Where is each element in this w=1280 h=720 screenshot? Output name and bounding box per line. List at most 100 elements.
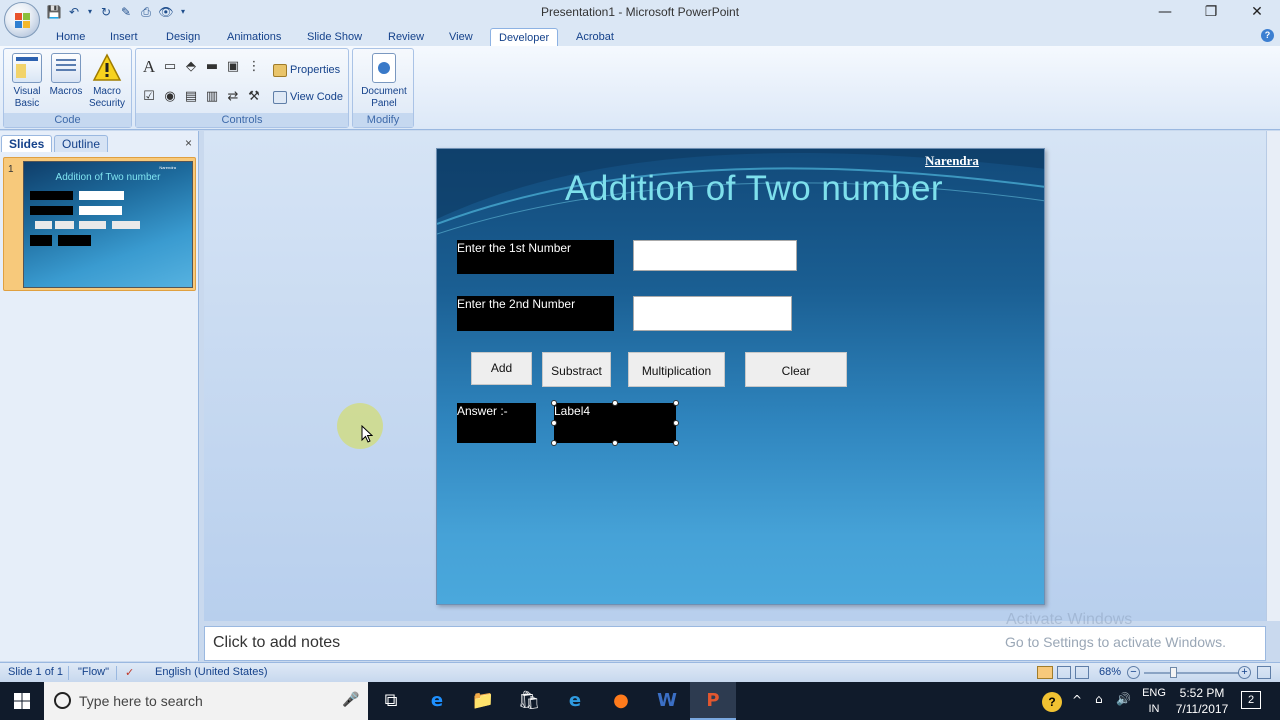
language-code: ENG bbox=[1142, 687, 1166, 699]
zoom-out-icon[interactable]: − bbox=[1127, 666, 1140, 679]
tab-slide-show[interactable]: Slide Show bbox=[299, 28, 370, 46]
modify-group-label: Modify bbox=[353, 113, 413, 127]
view-code-button[interactable]: View Code bbox=[273, 89, 343, 105]
vertical-scrollbar[interactable] bbox=[1266, 131, 1280, 621]
macro-security-label-1: Macro bbox=[93, 86, 121, 97]
option-button-control-icon[interactable]: ◉ bbox=[162, 89, 178, 105]
action-center-icon[interactable]: 2 bbox=[1241, 691, 1261, 709]
tab-view[interactable]: View bbox=[441, 28, 481, 46]
fit-slide-icon[interactable] bbox=[1257, 666, 1271, 679]
substract-button[interactable]: Substract bbox=[542, 352, 611, 387]
macro-security-label-2: Security bbox=[88, 98, 126, 109]
zoom-level[interactable]: 68% bbox=[1099, 666, 1121, 678]
tab-slides[interactable]: Slides bbox=[1, 135, 53, 152]
zoom-slider-thumb[interactable] bbox=[1170, 667, 1177, 678]
file-explorer-icon[interactable]: 📁 bbox=[460, 682, 506, 720]
office-button[interactable] bbox=[4, 2, 40, 38]
resize-handle-r[interactable] bbox=[673, 420, 679, 426]
properties-button[interactable]: Properties bbox=[273, 62, 340, 78]
zoom-slider[interactable] bbox=[1144, 672, 1239, 674]
answer-label[interactable]: Answer :- bbox=[457, 403, 536, 443]
internet-explorer-icon[interactable]: e bbox=[552, 682, 598, 720]
slide-thumbnail-image: Narendra Addition of Two number bbox=[23, 161, 193, 288]
code-group-label: Code bbox=[4, 113, 131, 127]
input-language[interactable]: ENG IN bbox=[1142, 685, 1166, 720]
tab-home[interactable]: Home bbox=[48, 28, 93, 46]
image-control-icon[interactable]: ▣ bbox=[225, 59, 241, 75]
more-controls-icon[interactable]: ⋮ bbox=[246, 59, 262, 75]
tab-design[interactable]: Design bbox=[158, 28, 208, 46]
add-button[interactable]: Add bbox=[471, 352, 532, 385]
visual-basic-button[interactable]: Visual Basic bbox=[8, 53, 46, 110]
windows-taskbar: Type here to search 🎤 ⧉ e 📁 🛍 e ● W P ? … bbox=[0, 682, 1280, 720]
label-second-number[interactable]: Enter the 2nd Number bbox=[457, 296, 614, 331]
powerpoint-icon[interactable]: P bbox=[690, 682, 736, 720]
start-button[interactable] bbox=[0, 682, 44, 720]
label-first-number[interactable]: Enter the 1st Number bbox=[457, 240, 614, 274]
store-icon[interactable]: 🛍 bbox=[506, 682, 552, 720]
resize-handle-t[interactable] bbox=[612, 400, 618, 406]
multiplication-button[interactable]: Multiplication bbox=[628, 352, 725, 387]
textbox-control-icon[interactable]: ▭ bbox=[162, 59, 178, 75]
tab-insert[interactable]: Insert bbox=[102, 28, 146, 46]
ribbon: Visual Basic Macros Macro Security Code … bbox=[0, 46, 1280, 130]
network-icon[interactable]: ⌂ bbox=[1095, 692, 1103, 720]
thumb-button-add bbox=[35, 221, 52, 229]
tab-acrobat[interactable]: Acrobat bbox=[568, 28, 622, 46]
show-hidden-icons-icon[interactable]: ^ bbox=[1072, 693, 1082, 720]
clear-button[interactable]: Clear bbox=[745, 352, 847, 387]
checkbox-control-icon[interactable]: ☑ bbox=[141, 89, 157, 105]
firefox-icon[interactable]: ● bbox=[598, 682, 644, 720]
combobox-control-icon[interactable]: ▥ bbox=[204, 89, 220, 105]
restore-button[interactable]: ❐ bbox=[1188, 0, 1234, 24]
clock[interactable]: 5:52 PM 7/11/2017 bbox=[1172, 685, 1232, 717]
textbox-second-number[interactable] bbox=[633, 296, 792, 331]
word-icon[interactable]: W bbox=[644, 682, 690, 720]
slide-thumbnail-1[interactable]: 1 Narendra Addition of Two number bbox=[3, 157, 196, 291]
command-button-control-icon[interactable]: ⚒ bbox=[246, 89, 262, 105]
scrollbar-control-icon[interactable]: ▬ bbox=[204, 59, 220, 75]
taskbar-search-box[interactable]: Type here to search 🎤 bbox=[44, 682, 368, 720]
slide-title[interactable]: Addition of Two number bbox=[437, 169, 1044, 209]
normal-view-icon[interactable] bbox=[1037, 666, 1053, 679]
help-tray-icon[interactable]: ? bbox=[1042, 692, 1062, 712]
spell-check-icon[interactable]: ✓ bbox=[125, 666, 134, 679]
window-title: Presentation1 - Microsoft PowerPoint bbox=[540, 5, 740, 19]
macros-icon bbox=[51, 53, 81, 83]
task-view-icon[interactable]: ⧉ bbox=[368, 682, 414, 720]
tab-animations[interactable]: Animations bbox=[219, 28, 289, 46]
volume-icon[interactable]: 🔊 bbox=[1116, 692, 1131, 720]
resize-handle-b[interactable] bbox=[612, 440, 618, 446]
search-placeholder: Type here to search bbox=[79, 693, 203, 709]
properties-label: Properties bbox=[290, 64, 341, 76]
edge-icon[interactable]: e bbox=[414, 682, 460, 720]
document-panel-button[interactable]: Document Panel bbox=[357, 53, 411, 110]
thumb-button-clear bbox=[112, 221, 140, 229]
slide-show-view-icon[interactable] bbox=[1075, 666, 1089, 679]
tab-review[interactable]: Review bbox=[380, 28, 432, 46]
tab-developer[interactable]: Developer bbox=[490, 28, 559, 46]
tab-outline[interactable]: Outline bbox=[54, 135, 109, 152]
result-label[interactable]: Label4 bbox=[554, 403, 676, 443]
slide-sorter-icon[interactable] bbox=[1057, 666, 1071, 679]
microphone-icon[interactable]: 🎤 bbox=[342, 692, 359, 708]
resize-handle-tl[interactable] bbox=[551, 400, 557, 406]
close-panel-icon[interactable]: × bbox=[185, 136, 192, 150]
resize-handle-tr[interactable] bbox=[673, 400, 679, 406]
close-button[interactable]: ✕ bbox=[1234, 0, 1280, 24]
minimize-button[interactable]: — bbox=[1142, 0, 1188, 24]
language[interactable]: English (United States) bbox=[155, 666, 268, 678]
resize-handle-l[interactable] bbox=[551, 420, 557, 426]
help-icon[interactable]: ? bbox=[1261, 29, 1274, 42]
macros-button[interactable]: Macros bbox=[47, 53, 85, 98]
toggle-button-control-icon[interactable]: ⇄ bbox=[225, 89, 241, 105]
resize-handle-bl[interactable] bbox=[551, 440, 557, 446]
zoom-in-icon[interactable]: + bbox=[1238, 666, 1251, 679]
listbox-control-icon[interactable]: ▤ bbox=[183, 89, 199, 105]
spinbutton-control-icon[interactable]: ⬘ bbox=[183, 59, 199, 75]
macro-security-button[interactable]: Macro Security bbox=[88, 53, 126, 110]
textbox-first-number[interactable] bbox=[633, 240, 797, 271]
clock-date: 7/11/2017 bbox=[1175, 702, 1229, 716]
label-control-icon[interactable]: A bbox=[141, 58, 157, 75]
resize-handle-br[interactable] bbox=[673, 440, 679, 446]
